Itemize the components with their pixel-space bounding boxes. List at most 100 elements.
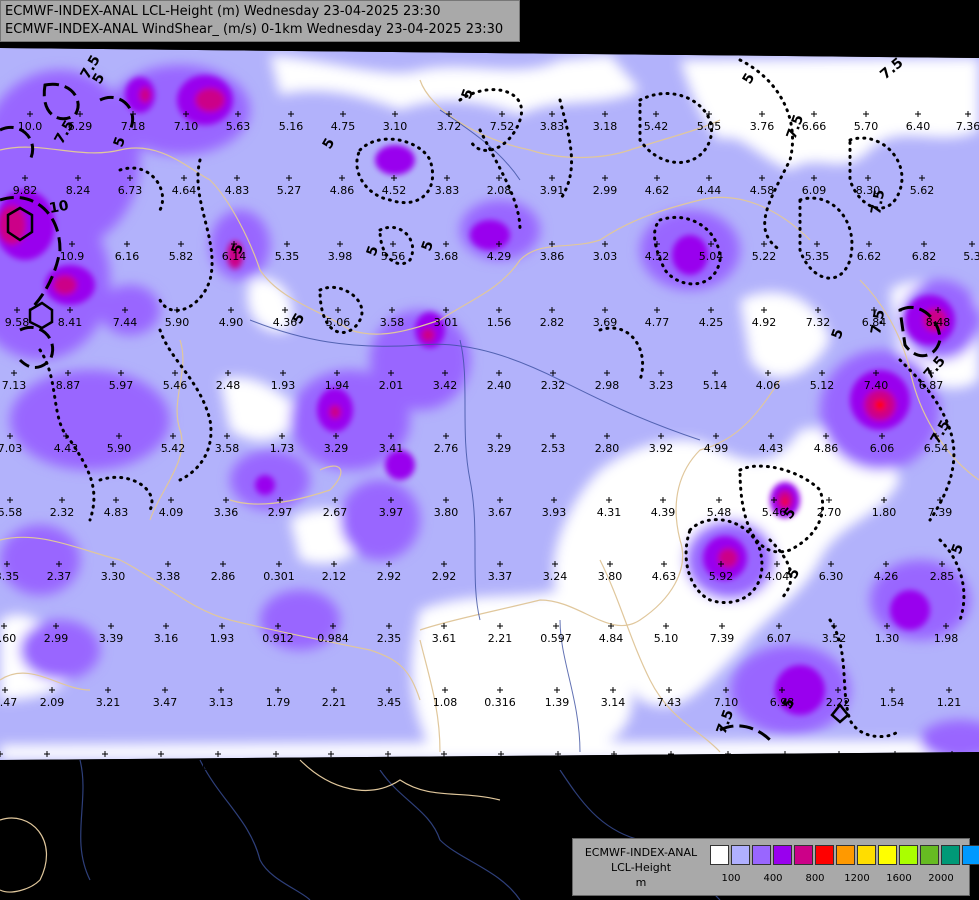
windshear-value: 5.58 (0, 506, 22, 519)
windshear-value: 4.83 (225, 184, 250, 197)
legend-title: ECMWF-INDEX-ANAL LCL-Height m (577, 845, 705, 890)
windshear-value: 8.41 (58, 316, 83, 329)
windshear-value: 5.63 (226, 120, 251, 133)
windshear-value: 6.62 (857, 250, 882, 263)
windshear-value: 3.68 (434, 250, 459, 263)
windshear-value: 6.06 (870, 442, 895, 455)
windshear-value: 6.07 (767, 632, 792, 645)
windshear-value: 1.39 (545, 696, 570, 709)
windshear-value: 3.16 (154, 632, 179, 645)
windshear-value: 4.04 (765, 570, 790, 583)
windshear-value: 3.37 (488, 570, 513, 583)
legend-line-2: LCL-Height (610, 861, 672, 874)
windshear-value: 5.35 (275, 250, 300, 263)
windshear-value: 2.21 (322, 696, 347, 709)
windshear-value: 2.86 (211, 570, 236, 583)
windshear-value: 0.301 (263, 570, 295, 583)
legend-tick-label: 1600 (886, 873, 912, 884)
windshear-value: 3.83 (435, 184, 460, 197)
legend-swatch (773, 845, 792, 865)
legend-swatch (794, 845, 813, 865)
windshear-value: 0.814 (31, 760, 63, 773)
windshear-value: 5.92 (709, 570, 734, 583)
windshear-value: 3.42 (433, 379, 458, 392)
windshear-value: 5.16 (279, 120, 304, 133)
windshear-value: 3.93 (542, 506, 567, 519)
windshear-value: 5.05 (697, 120, 722, 133)
windshear-value: 3.29 (487, 442, 512, 455)
legend-swatch (920, 845, 939, 865)
windshear-value: 5.46 (163, 379, 188, 392)
windshear-value: 4.31 (597, 506, 622, 519)
windshear-value: 4.86 (330, 184, 355, 197)
windshear-value: 3.47 (153, 696, 178, 709)
windshear-value: 3.03 (593, 250, 618, 263)
windshear-value: 3.30 (101, 570, 126, 583)
windshear-value: 7.52 (490, 120, 515, 133)
windshear-value: 2.70 (817, 506, 842, 519)
windshear-value: 2.32 (50, 506, 75, 519)
windshear-value: 5.06 (326, 316, 351, 329)
legend-swatch (752, 845, 771, 865)
legend-swatch (731, 845, 750, 865)
windshear-value: 2.18 (264, 760, 289, 773)
windshear-value: 0.597 (540, 632, 572, 645)
windshear-value: 6.14 (222, 250, 247, 263)
windshear-value: 3.35 (0, 570, 19, 583)
windshear-value: 7.10 (174, 120, 199, 133)
windshear-value: 2.82 (540, 316, 565, 329)
windshear-value: 3.60 (0, 632, 16, 645)
windshear-value: 6.40 (906, 120, 931, 133)
windshear-value: 3.13 (209, 696, 234, 709)
windshear-value: 0.917 (202, 760, 234, 773)
windshear-value: 3.91 (540, 184, 565, 197)
windshear-value: 7.10 (714, 696, 739, 709)
windshear-value: 5.90 (107, 442, 132, 455)
windshear-value: 6.00 (659, 760, 684, 773)
windshear-value: 4.44 (697, 184, 722, 197)
windshear-value: 4.99 (704, 442, 729, 455)
contour-label: 10 (48, 198, 70, 217)
windshear-value: 7.18 (121, 120, 146, 133)
windshear-value: 2.08 (487, 184, 512, 197)
windshear-value: 2.76 (376, 760, 401, 773)
windshear-value: 5.70 (854, 120, 879, 133)
windshear-value: 9.58 (5, 316, 30, 329)
windshear-value: 3.67 (488, 506, 513, 519)
windshear-value: 6.82 (912, 250, 937, 263)
windshear-value: 4.77 (645, 316, 670, 329)
legend-line-3: m (635, 876, 647, 889)
windshear-value: 3.76 (750, 120, 775, 133)
windshear-value: 2.21 (488, 632, 513, 645)
windshear-value: 0.912 (262, 632, 294, 645)
windshear-value: 1.98 (934, 632, 959, 645)
windshear-value: 1.18 (489, 760, 514, 773)
windshear-value: 7.40 (864, 379, 889, 392)
windshear-value: 1.13 (432, 760, 457, 773)
windshear-value: 4.90 (219, 316, 244, 329)
windshear-value: 5.42 (644, 120, 669, 133)
windshear-value: 3.58 (215, 442, 240, 455)
windshear-value: 2.76 (434, 442, 459, 455)
title-line-1: ECMWF-INDEX-ANAL LCL-Height (m) Wednesda… (5, 4, 441, 19)
windshear-value: 2.35 (377, 632, 402, 645)
windshear-value: 7.39 (928, 506, 953, 519)
legend-swatch (899, 845, 918, 865)
windshear-value: 2.97 (268, 506, 293, 519)
windshear-value: 3.83 (540, 120, 565, 133)
windshear-value: 2.92 (377, 570, 402, 583)
windshear-value: 3.47 (0, 696, 17, 709)
windshear-value: 2.37 (47, 570, 72, 583)
windshear-value: 8.48 (926, 316, 951, 329)
windshear-value: 3.23 (649, 379, 674, 392)
windshear-value: 6.29 (68, 120, 93, 133)
windshear-value: 7.43 (657, 696, 682, 709)
windshear-value: 3.69 (593, 316, 618, 329)
windshear-value: 5.27 (277, 184, 302, 197)
windshear-value: 2.55 (149, 760, 174, 773)
legend-swatch (815, 845, 834, 865)
windshear-value: 6.84 (862, 316, 887, 329)
windshear-value: 1.08 (433, 696, 458, 709)
windshear-value: 6.28 (773, 760, 798, 773)
windshear-value: 7.44 (113, 316, 138, 329)
